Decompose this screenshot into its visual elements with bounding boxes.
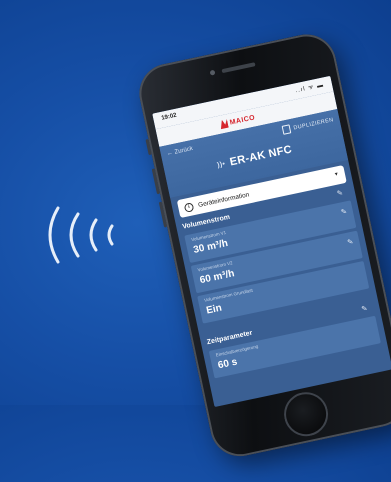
field-value: 60 s	[216, 356, 239, 372]
duplicate-label: DUPLIZIEREN	[292, 116, 335, 131]
field-card[interactable]: Einschaltverzögerung 60 s	[208, 315, 381, 379]
field-value: Ein	[205, 302, 223, 317]
pencil-icon[interactable]: ✎	[347, 238, 354, 247]
pencil-icon[interactable]: ✎	[336, 189, 343, 198]
status-icons: ..ıl ᯤ ▬	[294, 82, 325, 95]
duplicate-button[interactable]: DUPLIZIEREN	[281, 115, 335, 135]
pencil-icon[interactable]: ✎	[361, 304, 368, 313]
pencil-icon[interactable]: ✎	[340, 207, 347, 216]
chevron-down-icon: ▼	[333, 171, 340, 179]
brand-logo-mark-icon	[219, 119, 229, 129]
arrow-left-icon: ←	[166, 150, 174, 158]
app-screen: 19:02 ..ıl ᯤ ▬ MAICO ← Zurück DUPLIZIERE…	[152, 75, 391, 408]
copy-icon	[281, 124, 292, 135]
front-camera	[209, 69, 216, 76]
back-button[interactable]: ← Zurück	[166, 146, 193, 157]
earpiece-speaker	[221, 62, 256, 74]
status-time: 19:02	[160, 112, 178, 122]
nfc-badge-icon: ))•	[216, 160, 226, 169]
mute-switch	[145, 138, 152, 156]
dropdown-selected-label: Geräteinformation	[197, 190, 250, 209]
volume-up-button	[151, 168, 161, 195]
smartphone: 19:02 ..ıl ᯤ ▬ MAICO ← Zurück DUPLIZIERE…	[133, 23, 391, 482]
device-title-text: ER-AK NFC	[228, 143, 294, 169]
volume-down-button	[158, 201, 168, 228]
nfc-waves-icon	[48, 206, 114, 264]
field-label: Einschaltverzögerung	[215, 343, 259, 358]
home-button[interactable]	[279, 388, 333, 441]
phone-body: 19:02 ..ıl ᯤ ▬ MAICO ← Zurück DUPLIZIERE…	[133, 28, 391, 462]
brand-logo-text: MAICO	[229, 113, 256, 127]
back-label: Zurück	[174, 146, 194, 156]
info-icon: i	[183, 201, 195, 213]
